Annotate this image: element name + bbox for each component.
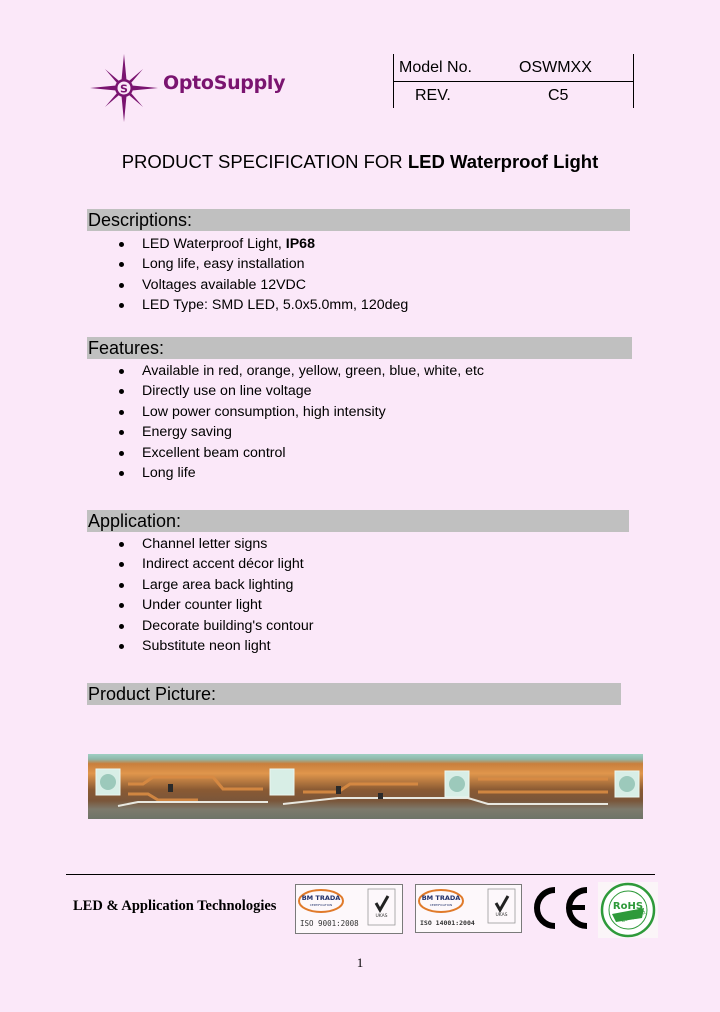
svg-text:S: S — [120, 83, 128, 96]
rohs-compliant-icon: RoHS Compliant — [598, 882, 658, 938]
compass-star-icon: S — [90, 54, 158, 122]
list-item: Indirect accent décor light — [0, 554, 313, 574]
footer-divider — [66, 874, 655, 875]
list-item: Excellent beam control — [0, 443, 484, 463]
bullet-icon — [119, 562, 124, 568]
iso14001-certificate-badge: BM TRADA CERTIFICATION ISO 14001:2004 UK… — [415, 884, 522, 933]
logo-text: OptoSupply — [163, 72, 286, 94]
list-item: Under counter light — [0, 595, 313, 615]
section-header-application: Application: — [87, 510, 629, 532]
application-list: Channel letter signs Indirect accent déc… — [0, 534, 313, 656]
document-title: PRODUCT SPECIFICATION FOR LED Waterproof… — [0, 151, 720, 173]
rev-label: REV. — [415, 87, 451, 104]
model-info-table: Model No. OSWMXX REV. C5 — [393, 54, 634, 108]
model-value: OSWMXX — [519, 59, 592, 76]
footer-company-name: LED & Application Technologies — [73, 898, 277, 914]
bullet-icon — [119, 389, 124, 395]
bullet-icon — [119, 542, 124, 547]
title-prefix: PRODUCT SPECIFICATION FOR — [121, 151, 408, 172]
bullet-icon — [119, 409, 124, 415]
list-item: Long life, easy installation — [0, 254, 408, 274]
svg-text:BM TRADA: BM TRADA — [422, 894, 461, 902]
svg-text:ISO 9001:2008: ISO 9001:2008 — [300, 919, 359, 928]
bullet-icon — [119, 242, 124, 247]
list-item: LED Waterproof Light, IP68 — [0, 234, 408, 254]
list-item: Long life — [0, 463, 484, 483]
bullet-icon — [119, 369, 124, 374]
list-item: Voltages available 12VDC — [0, 275, 408, 295]
svg-text:CERTIFICATION: CERTIFICATION — [310, 903, 332, 907]
svg-text:CERTIFICATION: CERTIFICATION — [430, 903, 452, 907]
section-header-features: Features: — [87, 337, 632, 359]
optosupply-logo: S OptoSupply — [88, 52, 288, 124]
page-number: 1 — [356, 955, 364, 970]
svg-text:ISO 14001:2004: ISO 14001:2004 — [420, 919, 475, 927]
list-item: Decorate building's contour — [0, 616, 313, 636]
list-item: Low power consumption, high intensity — [0, 402, 484, 422]
list-item: Large area back lighting — [0, 575, 313, 595]
product-photo-led-strip — [88, 754, 643, 819]
model-label: Model No. — [399, 59, 472, 76]
title-product: LED Waterproof Light — [407, 151, 599, 172]
bullet-icon — [119, 303, 124, 309]
bullet-icon — [119, 430, 124, 436]
rev-value: C5 — [548, 87, 569, 104]
list-item: Directly use on line voltage — [0, 381, 484, 401]
iso9001-certificate-badge: BM TRADA CERTIFICATION ISO 9001:2008 UKA… — [295, 884, 403, 934]
descriptions-list: LED Waterproof Light, IP68 Long life, ea… — [0, 234, 408, 316]
svg-text:UKAS: UKAS — [375, 913, 387, 919]
features-list: Available in red, orange, yellow, green,… — [0, 361, 484, 483]
list-item: Available in red, orange, yellow, green,… — [0, 361, 484, 381]
bm-trada-iso14001-icon: BM TRADA CERTIFICATION ISO 14001:2004 UK… — [418, 888, 516, 927]
list-item: Substitute neon light — [0, 636, 313, 656]
section-header-descriptions: Descriptions: — [87, 209, 630, 231]
bullet-icon — [119, 603, 124, 609]
list-item: Energy saving — [0, 422, 484, 442]
bm-trada-iso9001-icon: BM TRADA CERTIFICATION ISO 9001:2008 UKA… — [298, 888, 396, 928]
bullet-icon — [119, 623, 124, 629]
bullet-icon — [119, 470, 124, 476]
bullet-icon — [119, 282, 124, 288]
list-item: Channel letter signs — [0, 534, 313, 554]
svg-text:UKAS: UKAS — [495, 912, 507, 918]
bullet-icon — [119, 582, 124, 588]
section-header-product-picture: Product Picture: — [87, 683, 621, 705]
ce-mark-icon — [534, 887, 588, 929]
bullet-icon — [119, 262, 124, 268]
bullet-icon — [119, 643, 124, 649]
list-item: LED Type: SMD LED, 5.0x5.0mm, 120deg — [0, 295, 408, 315]
bullet-icon — [119, 450, 124, 456]
svg-text:BM TRADA: BM TRADA — [302, 894, 341, 902]
